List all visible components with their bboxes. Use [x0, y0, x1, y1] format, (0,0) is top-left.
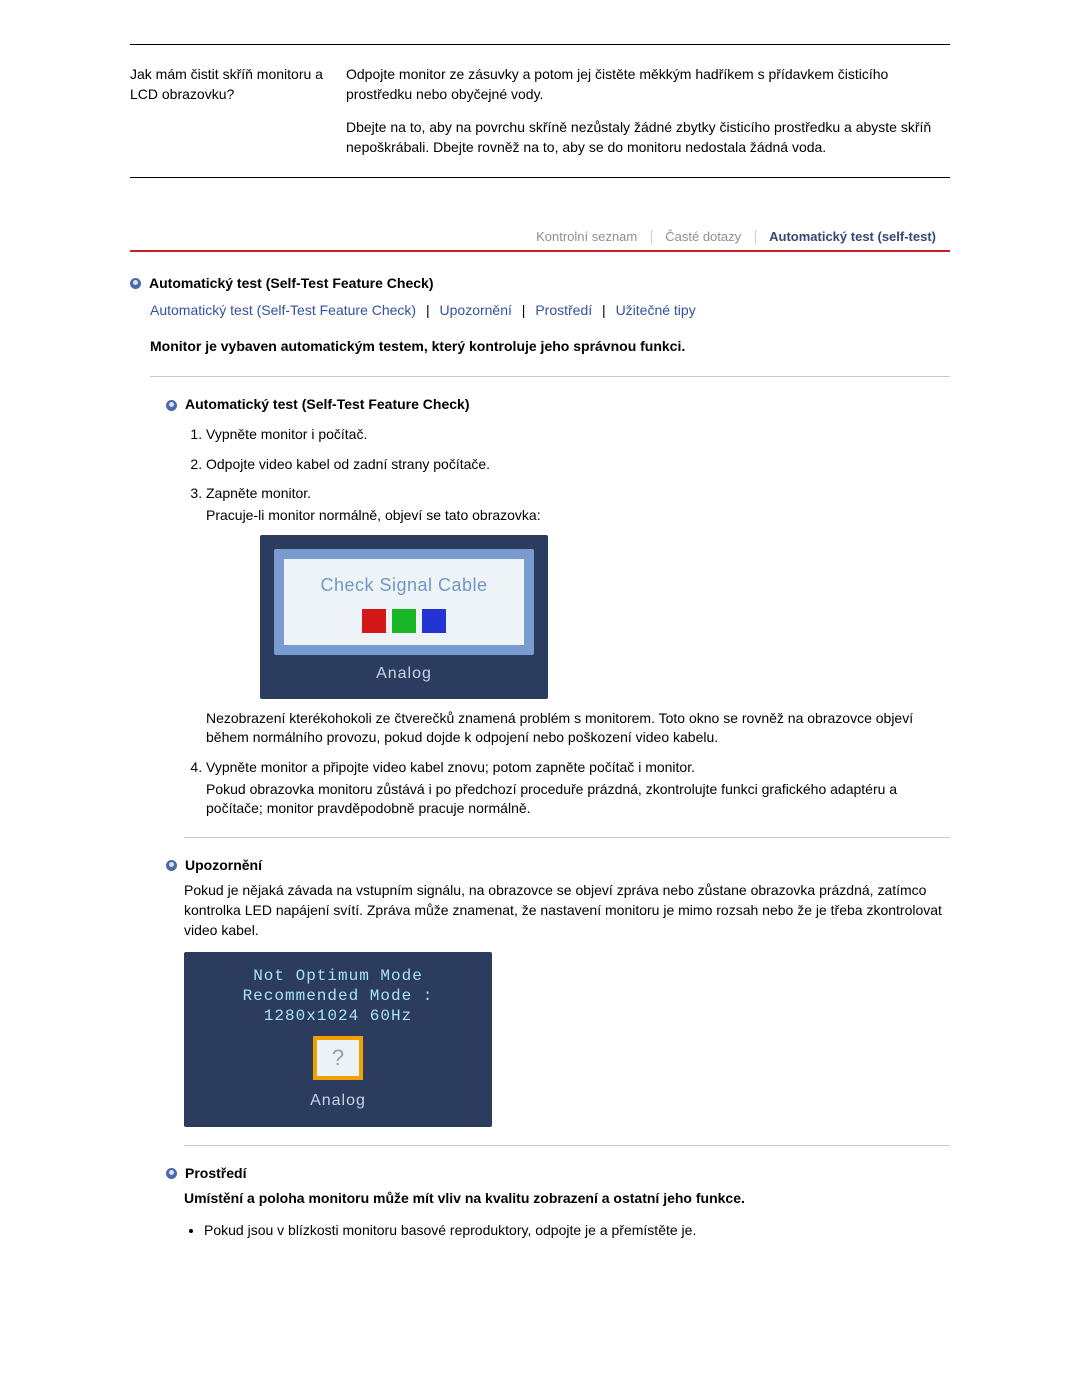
intro-text: Monitor je vybaven automatickým testem, …: [150, 337, 950, 357]
section-heading-text: Upozornění: [185, 856, 262, 876]
osd-mode-label: Analog: [274, 663, 534, 685]
step-4-subtext: Pokud obrazovka monitoru zůstává i po př…: [206, 780, 950, 819]
osd-line-3: 1280x1024 60Hz: [198, 1006, 478, 1026]
osd-line-1: Not Optimum Mode: [198, 966, 478, 986]
square-blue-icon: [422, 609, 446, 633]
autotest-steps: Vypněte monitor i počítač. Odpojte video…: [186, 425, 950, 819]
faq-answer-paragraph: Odpojte monitor ze zásuvky a potom jej č…: [346, 65, 950, 104]
faq-question: Jak mám čistit skříň monitoru a LCD obra…: [130, 65, 346, 157]
step-3-subtext: Pracuje-li monitor normálně, objeví se t…: [206, 506, 950, 526]
prostredi-bullets: Pokud jsou v blízkosti monitoru basové r…: [204, 1221, 950, 1241]
anchor-links: Automatický test (Self-Test Feature Chec…: [150, 301, 950, 321]
upozorneni-body: Pokud je nějaká závada na vstupním signá…: [184, 881, 950, 940]
anchor-link-prostredi[interactable]: Prostředí: [535, 302, 592, 318]
link-separator: |: [602, 302, 606, 318]
bullet-icon: [166, 860, 177, 871]
section-heading-prostredi: Prostředí: [166, 1164, 950, 1184]
step-1: Vypněte monitor i počítač.: [206, 425, 950, 445]
tab-automaticky-test[interactable]: Automatický test (self-test): [755, 222, 950, 249]
prostredi-body: Umístění a poloha monitoru může mít vliv…: [184, 1189, 950, 1209]
anchor-link-uzitecne-tipy[interactable]: Užitečné tipy: [616, 302, 696, 318]
osd-color-squares: [292, 609, 516, 633]
tab-kontrolni-seznam[interactable]: Kontrolní seznam: [522, 222, 651, 249]
square-green-icon: [392, 609, 416, 633]
osd-check-signal-cable: Check Signal Cable Analog: [260, 535, 548, 699]
divider: [184, 1145, 950, 1146]
osd-panel: Check Signal Cable: [274, 549, 534, 654]
square-red-icon: [362, 609, 386, 633]
prostredi-bullet: Pokud jsou v blízkosti monitoru basové r…: [204, 1221, 950, 1241]
anchor-link-upozorneni[interactable]: Upozornění: [440, 302, 512, 318]
bullet-icon: [130, 278, 141, 289]
bullet-icon: [166, 400, 177, 411]
osd-line-2: Recommended Mode :: [198, 986, 478, 1006]
bullet-icon: [166, 1168, 177, 1179]
section-heading-text: Automatický test (Self-Test Feature Chec…: [185, 395, 469, 415]
osd-not-optimum-mode: Not Optimum Mode Recommended Mode : 1280…: [184, 952, 492, 1126]
step-4: Vypněte monitor a připojte video kabel z…: [206, 758, 950, 819]
step-2: Odpojte video kabel od zadní strany počí…: [206, 455, 950, 475]
faq-answer: Odpojte monitor ze zásuvky a potom jej č…: [346, 65, 950, 157]
page-heading-text: Automatický test (Self-Test Feature Chec…: [149, 274, 433, 294]
step-3: Zapněte monitor. Pracuje-li monitor norm…: [206, 484, 950, 748]
anchor-link-autotest[interactable]: Automatický test (Self-Test Feature Chec…: [150, 302, 416, 318]
faq-row: Jak mám čistit skříň monitoru a LCD obra…: [130, 44, 950, 178]
section-heading-upozorneni: Upozornění: [166, 856, 950, 876]
section-heading-text: Prostředí: [185, 1164, 246, 1184]
step-3-note: Nezobrazení kterékohokoli ze čtverečků z…: [206, 709, 950, 748]
divider: [184, 837, 950, 838]
question-mark-icon: ?: [313, 1036, 363, 1080]
tab-strip: Kontrolní seznam Časté dotazy Automatick…: [130, 222, 950, 251]
section-heading-autotest: Automatický test (Self-Test Feature Chec…: [166, 395, 950, 415]
tab-caste-dotazy[interactable]: Časté dotazy: [651, 222, 755, 249]
osd-text: Check Signal Cable: [292, 573, 516, 598]
osd-mode-label: Analog: [198, 1090, 478, 1112]
page-heading: Automatický test (Self-Test Feature Chec…: [130, 274, 950, 294]
divider: [150, 376, 950, 377]
link-separator: |: [522, 302, 526, 318]
faq-answer-paragraph: Dbejte na to, aby na povrchu skříně nezů…: [346, 118, 950, 157]
link-separator: |: [426, 302, 430, 318]
